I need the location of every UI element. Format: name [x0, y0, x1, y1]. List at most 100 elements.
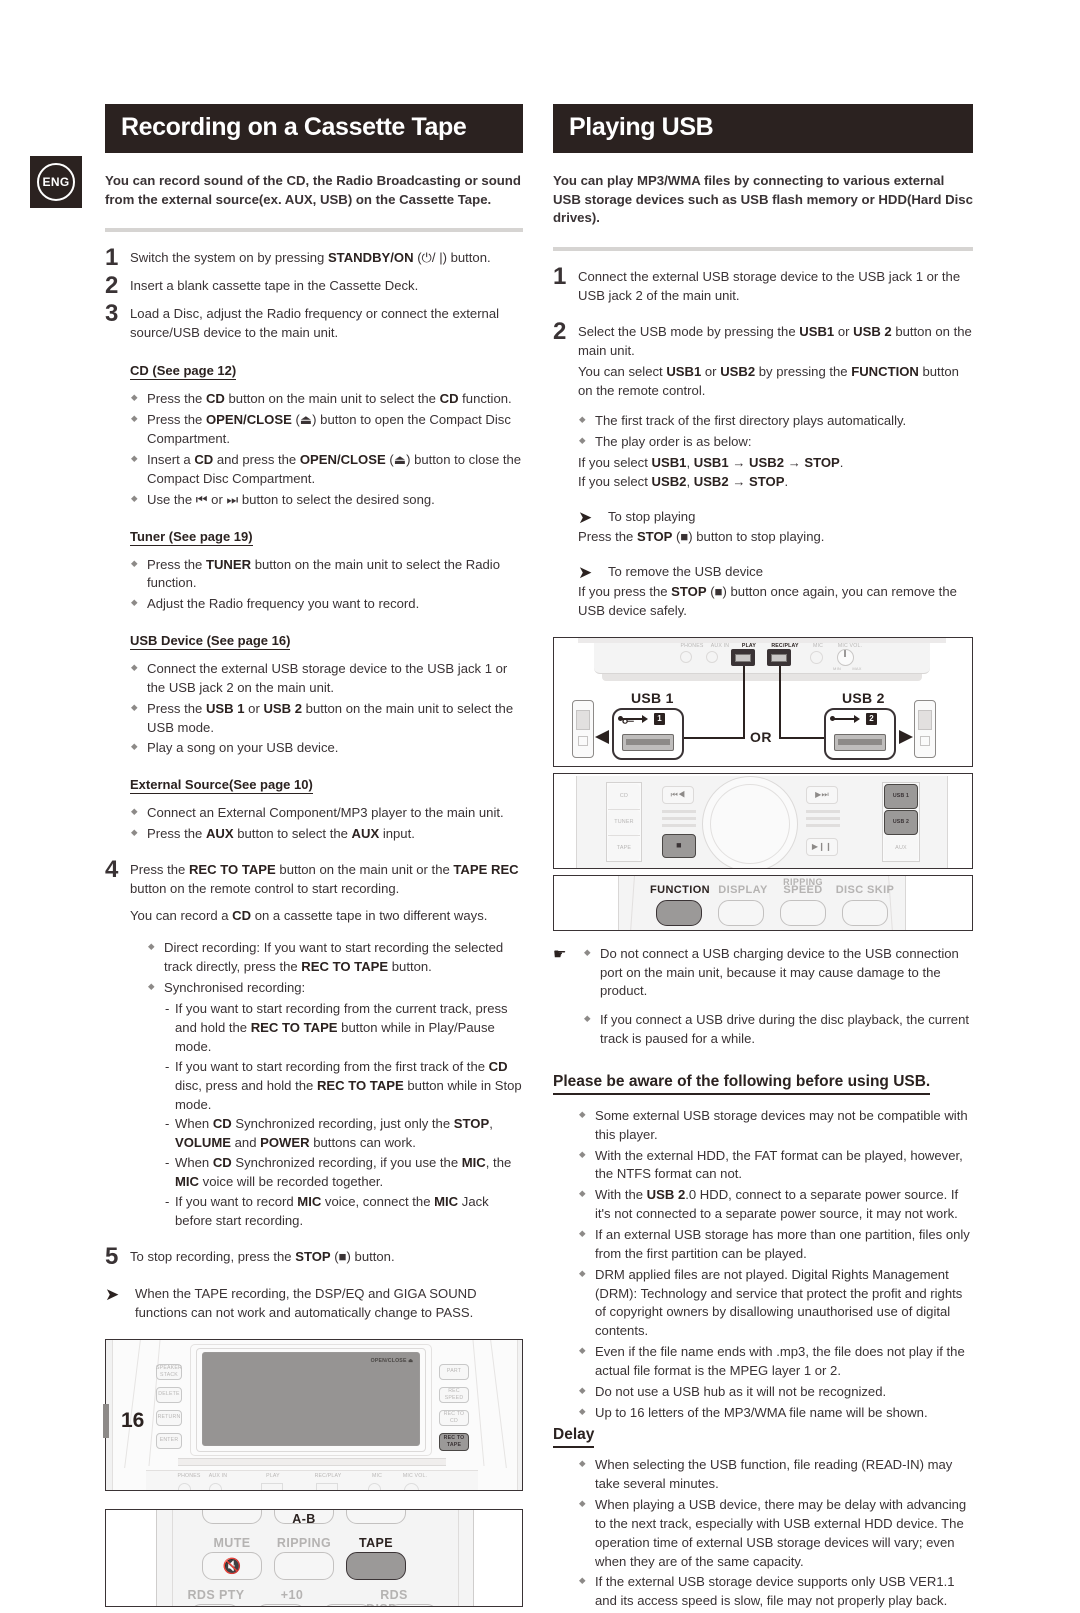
- button-previous[interactable]: ⏮◀: [662, 785, 694, 804]
- button-aux[interactable]: AUX: [884, 835, 918, 861]
- remote-button-mute[interactable]: 🔇: [202, 1551, 262, 1580]
- button-enter[interactable]: ENTER: [156, 1432, 182, 1449]
- step-text: Switch the system on by pressing STANDBY…: [130, 250, 491, 266]
- button-return[interactable]: RETURN: [156, 1409, 182, 1426]
- remote-label-plus-10: +10: [280, 1587, 304, 1602]
- remote-button-top-left[interactable]: [202, 1509, 262, 1524]
- section-title-recording: Recording on a Cassette Tape: [105, 104, 523, 153]
- divider: [553, 247, 973, 252]
- button-rec-speed[interactable]: REC SPEED: [439, 1386, 469, 1403]
- remote-button-plus-10[interactable]: [256, 1603, 306, 1606]
- list-item: Connect the external USB storage device …: [130, 660, 523, 698]
- sync-recording-dashes: If you want to start recording from the …: [164, 1000, 523, 1230]
- remote-button-rds-extra[interactable]: [322, 1603, 372, 1606]
- step-4-line-1: Press the REC TO TAPE button on the main…: [130, 861, 519, 896]
- list-item: When CD Synchronized recording, just onl…: [164, 1115, 523, 1153]
- usb-intro: You can play MP3/WMA files by connecting…: [553, 173, 973, 226]
- delay-bullets: When selecting the USB function, file re…: [578, 1456, 973, 1611]
- list-item: DRM applied files are not played. Digita…: [578, 1266, 973, 1341]
- usb-awareness-bullets: Some external USB storage devices may no…: [578, 1107, 973, 1423]
- step-number: 2: [553, 318, 567, 346]
- remote-button-top-right[interactable]: [346, 1509, 406, 1524]
- list-item: If you want to start recording from the …: [164, 1000, 523, 1057]
- button-next[interactable]: ▶⏭: [806, 785, 838, 804]
- button-part[interactable]: PART: [439, 1363, 469, 1380]
- button-speed[interactable]: [780, 899, 826, 926]
- remote-label-rds-pty: RDS PTY: [187, 1587, 245, 1602]
- remote-label-mute: MUTE: [213, 1535, 251, 1550]
- remote-button-tape-rec[interactable]: [346, 1551, 406, 1580]
- step-number: 2: [105, 272, 119, 300]
- step-4: 4 Press the REC TO TAPE button on the ma…: [105, 855, 523, 926]
- remote-label-ripping: RIPPING: [276, 1535, 332, 1550]
- subheading-external-source: External Source(See page 10): [130, 777, 313, 795]
- section-title-playing-usb: Playing USB: [553, 104, 973, 153]
- button-disc-skip[interactable]: [842, 899, 888, 926]
- list-item: Do not use a USB hub as it will not be r…: [578, 1383, 973, 1402]
- step-1: 1 Switch the system on by pressing STAND…: [105, 246, 523, 270]
- label-phones: PHONES: [177, 1472, 201, 1479]
- note-stop-text: Press the STOP (■) button to stop playin…: [578, 528, 825, 544]
- tape-note: ➤ When the TAPE recording, the DSP/EQ an…: [105, 1285, 523, 1323]
- button-stop[interactable]: ■: [662, 833, 696, 858]
- usb-fig-label-min: MIN: [833, 665, 841, 671]
- button-function[interactable]: [656, 899, 702, 926]
- list-item: Direct recording: If you want to start r…: [147, 939, 523, 977]
- language-badge-label: ENG: [37, 163, 75, 201]
- note-remove-usb: ➤ To remove the USB device: [578, 562, 764, 582]
- list-item: Press the AUX button to select the AUX i…: [130, 825, 523, 844]
- list-item: The first track of the first directory p…: [578, 412, 973, 431]
- wire-usb2: [779, 665, 781, 738]
- button-usb-2[interactable]: USB 2: [884, 809, 918, 835]
- button-tuner[interactable]: TUNER: [608, 809, 640, 835]
- list-item: If you want to start recording from the …: [164, 1058, 523, 1115]
- step-number: 3: [105, 300, 119, 328]
- list-item: Play a song on your USB device.: [130, 739, 523, 758]
- button-rec-to-cd[interactable]: REC TO CD: [439, 1409, 469, 1426]
- usb-step-1: 1 Connect the external USB storage devic…: [553, 265, 973, 306]
- subheading-tuner: Tuner (See page 19): [130, 528, 253, 546]
- usb-step-2-line-1: Select the USB mode by pressing the USB1…: [578, 324, 972, 359]
- button-play-pause[interactable]: ▶❙❙: [806, 837, 838, 856]
- remote-button-rds-display[interactable]: [388, 1603, 438, 1606]
- list-item: Adjust the Radio frequency you want to r…: [130, 595, 523, 614]
- list-item: Press the TUNER button on the main unit …: [130, 556, 523, 594]
- remote-button-rds-pty[interactable]: [190, 1603, 240, 1606]
- list-item: Even if the file name ends with .mp3, th…: [578, 1343, 973, 1381]
- button-rec-to-tape[interactable]: REC TO TAPE: [439, 1432, 469, 1451]
- button-cd[interactable]: CD: [608, 783, 640, 809]
- button-speaker-stack[interactable]: SPEAKER STACK: [156, 1363, 182, 1380]
- button-tape[interactable]: TAPE: [608, 835, 640, 861]
- list-item: Do not connect a USB charging device to …: [583, 945, 973, 1002]
- list-item: Use the ⏮ or ⏭ button to select the desi…: [130, 491, 523, 510]
- list-item: Connect an External Component/MP3 player…: [130, 804, 523, 823]
- label-disc-skip: DISC SKIP: [835, 883, 895, 896]
- step-number: 4: [105, 855, 119, 883]
- usb-fig-label-max: MAX: [852, 665, 862, 671]
- list-item: With the USB 2.0 HDD, connect to a separ…: [578, 1186, 973, 1224]
- divider: [105, 228, 523, 233]
- usb-symbol-icon: ⟜: [622, 711, 635, 729]
- subheading-usb-device: USB Device (See page 16): [130, 633, 291, 651]
- step-4-line-2: You can record a CD on a cassette tape i…: [130, 907, 488, 923]
- caution-bullets: Do not connect a USB charging device to …: [583, 945, 973, 1049]
- usb-fig-label-rec-play: REC/PLAY: [771, 642, 799, 649]
- note-arrow-icon: ➤: [578, 507, 593, 527]
- button-display[interactable]: [718, 899, 764, 926]
- usb1-number-badge: 1: [654, 712, 665, 725]
- label-mic-vol: MIC VOL.: [402, 1472, 428, 1479]
- list-item: Press the OPEN/CLOSE (⏏) button to open …: [130, 411, 523, 449]
- remote-label-a-b: A-B: [292, 1511, 316, 1526]
- label-function: FUNCTION: [650, 883, 711, 896]
- list-item: If the external USB storage device suppo…: [578, 1573, 973, 1611]
- figure-remote-control: A-B MUTE RIPPING TAPE REC 🔇 RDS PTY +10 …: [105, 1508, 523, 1607]
- heading-usb-awareness: Please be aware of the following before …: [553, 1073, 931, 1095]
- figure-usb-connection: PHONES AUX IN PLAY REC/PLAY MIC MIC VOL.…: [553, 636, 973, 767]
- list-item: Up to 16 letters of the MP3/WMA file nam…: [578, 1404, 973, 1423]
- remote-button-ripping[interactable]: [274, 1551, 334, 1580]
- list-item: The play order is as below:: [578, 433, 973, 452]
- button-delete[interactable]: DELETE: [156, 1386, 182, 1403]
- label-speed: SPEED: [783, 883, 823, 896]
- note-stop-playing: ➤ To stop playing: [578, 507, 696, 527]
- button-usb-1[interactable]: USB 1: [884, 783, 918, 809]
